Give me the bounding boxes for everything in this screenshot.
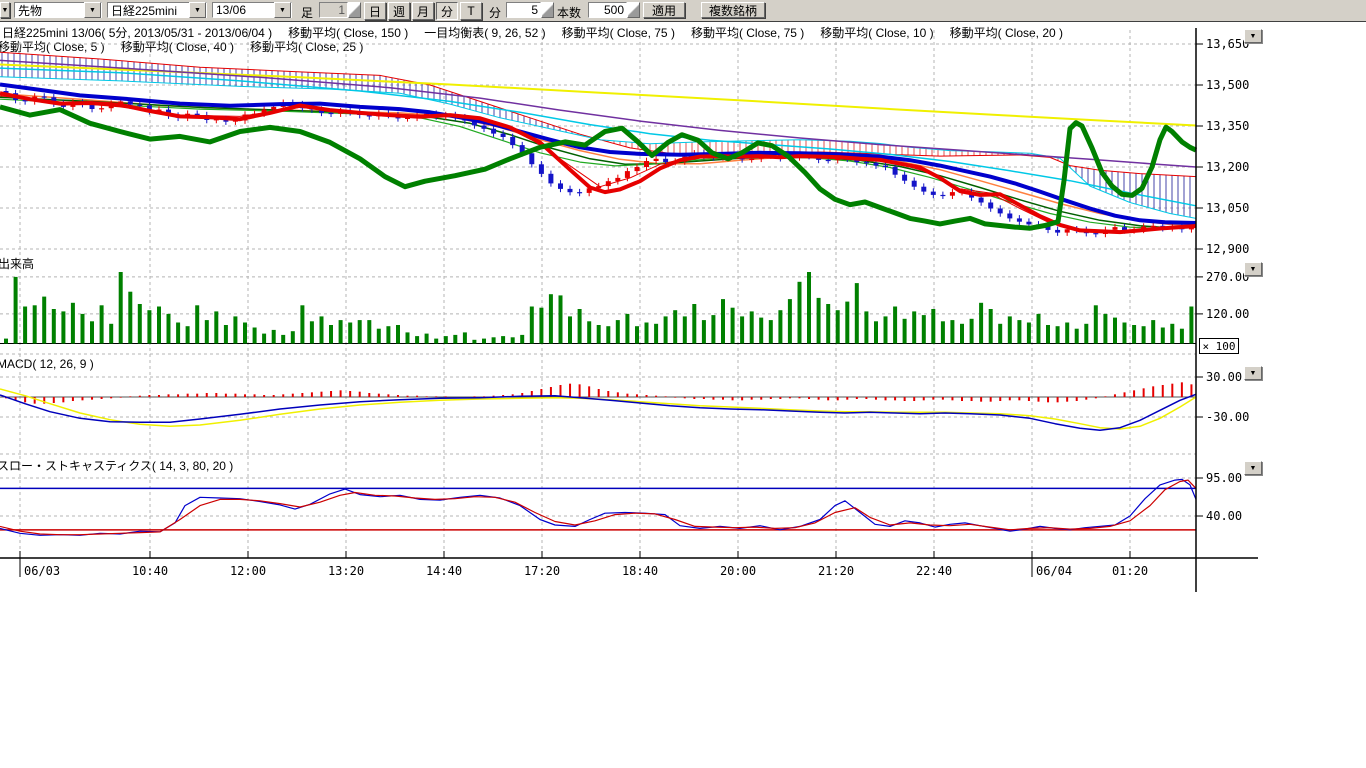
svg-text:12,900: 12,900	[1206, 242, 1249, 256]
apply-button[interactable]: 適用	[643, 2, 685, 18]
svg-text:22:40: 22:40	[916, 564, 952, 578]
main-toolbar: ▼ 先物 ▼ 日経225mini ▼ 13/06 ▼ 足 1 日週月分T 分 5…	[0, 0, 1366, 22]
chart-canvas[interactable]: 13,650 13,500 13,350 13,200 13,050 12,900 270.…	[0, 0, 1366, 768]
svg-text:13,500: 13,500	[1206, 78, 1249, 92]
svg-text:13,200: 13,200	[1206, 160, 1249, 174]
svg-text:06/03: 06/03	[24, 564, 60, 578]
period-button-週[interactable]: 週	[388, 2, 410, 20]
svg-text:18:40: 18:40	[622, 564, 658, 578]
svg-text:17:20: 17:20	[524, 564, 560, 578]
multi-symbol-button[interactable]: 複数銘柄	[701, 2, 765, 18]
price-panel-dropdown-button[interactable]: ▼	[1244, 29, 1262, 43]
spin-button[interactable]	[627, 2, 640, 18]
count-value: 500	[588, 2, 627, 18]
period-button-group: 日週月分T	[364, 2, 482, 20]
spin-button	[348, 2, 361, 18]
svg-text:-30.00: -30.00	[1206, 410, 1249, 424]
svg-text:06/04: 06/04	[1036, 564, 1072, 578]
svg-text:40.00: 40.00	[1206, 509, 1242, 523]
period-button-分[interactable]: 分	[436, 2, 458, 20]
instrument-type-select[interactable]: 先物 ▼	[14, 2, 102, 18]
contract-month-value: 13/06	[213, 3, 274, 17]
svg-text:13,350: 13,350	[1206, 119, 1249, 133]
svg-text:10:40: 10:40	[132, 564, 168, 578]
partial-combo-arrow-icon[interactable]: ▼	[0, 2, 10, 18]
combo-arrow-icon[interactable]: ▼	[189, 2, 206, 18]
svg-text:20:00: 20:00	[720, 564, 756, 578]
svg-text:12:00: 12:00	[230, 564, 266, 578]
svg-text:30.00: 30.00	[1206, 370, 1242, 384]
svg-text:01:20: 01:20	[1112, 564, 1148, 578]
volume-panel-dropdown-button[interactable]: ▼	[1244, 262, 1262, 276]
bar-interval-stepper: 1	[319, 2, 361, 18]
minute-stepper[interactable]: 5	[506, 2, 554, 18]
bar-label: 足	[301, 4, 313, 21]
svg-text:13,050: 13,050	[1206, 201, 1249, 215]
period-button-日[interactable]: 日	[364, 2, 386, 20]
count-label: 本数	[557, 4, 581, 21]
contract-month-select[interactable]: 13/06 ▼	[212, 2, 292, 18]
svg-text:21:20: 21:20	[818, 564, 854, 578]
svg-text:120.00: 120.00	[1206, 307, 1249, 321]
stoch-panel-dropdown-button[interactable]: ▼	[1244, 461, 1262, 475]
minute-value: 5	[506, 2, 541, 18]
svg-text:13:20: 13:20	[328, 564, 364, 578]
instrument-type-value: 先物	[15, 2, 84, 19]
svg-text:95.00: 95.00	[1206, 471, 1242, 485]
minute-label: 分	[489, 4, 501, 21]
svg-text:14:40: 14:40	[426, 564, 462, 578]
bar-interval-value: 1	[319, 2, 348, 18]
combo-arrow-icon[interactable]: ▼	[274, 2, 291, 18]
trading-app-window: { "toolbar": { "instrument_type": "先物", …	[0, 0, 1366, 768]
volume-multiplier-badge: × 100	[1199, 338, 1239, 354]
svg-text:270.00: 270.00	[1206, 270, 1249, 284]
spin-button[interactable]	[541, 2, 554, 18]
count-stepper[interactable]: 500	[588, 2, 640, 18]
svg-text:13,650: 13,650	[1206, 37, 1249, 51]
period-button-月[interactable]: 月	[412, 2, 434, 20]
period-button-T[interactable]: T	[460, 2, 482, 20]
instrument-value: 日経225mini	[108, 2, 189, 19]
instrument-select[interactable]: 日経225mini ▼	[107, 2, 207, 18]
combo-arrow-icon[interactable]: ▼	[84, 2, 101, 18]
macd-panel-dropdown-button[interactable]: ▼	[1244, 366, 1262, 380]
